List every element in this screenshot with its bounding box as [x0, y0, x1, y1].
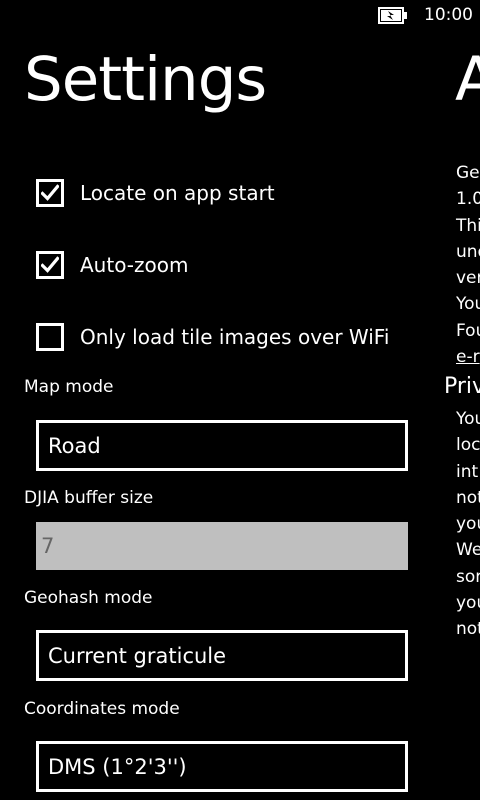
privacy-line: not	[456, 619, 480, 640]
page-title: Settings	[24, 44, 267, 115]
checkbox-label: Auto-zoom	[80, 253, 189, 277]
checkbox-unchecked[interactable]	[36, 323, 64, 351]
djia-buffer-value: 7	[41, 534, 55, 558]
next-pivot-title[interactable]: A	[455, 42, 480, 118]
about-line: Thi	[456, 215, 480, 236]
geohash-mode-picker[interactable]: Current graticule	[36, 630, 408, 681]
checkbox-checked[interactable]	[36, 179, 64, 207]
privacy-line: We	[456, 540, 480, 561]
about-line: Ge	[456, 163, 480, 183]
wifi-only-tiles-checkbox[interactable]: Only load tile images over WiFi	[36, 320, 389, 354]
auto-zoom-checkbox[interactable]: Auto-zoom	[36, 248, 188, 282]
djia-buffer-input[interactable]: 7	[36, 522, 408, 570]
map-mode-picker[interactable]: Road	[36, 420, 408, 471]
checkbox-checked[interactable]	[36, 251, 64, 279]
privacy-line: sor	[456, 566, 480, 587]
coordinates-mode-value: DMS (1°2'3'')	[48, 754, 187, 779]
about-text: Ge 1.0 Thi und ver You Fou e-r	[456, 160, 480, 370]
about-line: und	[456, 241, 480, 262]
privacy-line: loc	[456, 435, 480, 456]
geohash-mode-label: Geohash mode	[24, 588, 153, 608]
about-line: ver	[456, 268, 480, 289]
battery-charging-icon	[378, 7, 407, 24]
map-mode-value: Road	[48, 433, 101, 458]
locate-on-start-checkbox[interactable]: Locate on app start	[36, 176, 275, 210]
about-line: You	[456, 294, 480, 315]
privacy-line: not	[456, 487, 480, 508]
checkmark-icon	[41, 184, 59, 201]
clock: 10:00	[424, 5, 473, 25]
about-line: 1.0	[456, 189, 480, 210]
coordinates-mode-picker[interactable]: DMS (1°2'3'')	[36, 741, 408, 792]
about-line: Fou	[456, 320, 480, 341]
geohash-mode-value: Current graticule	[48, 643, 227, 668]
checkbox-label: Only load tile images over WiFi	[80, 325, 390, 349]
email-link[interactable]: e-r	[456, 344, 480, 370]
privacy-line: int	[456, 461, 479, 482]
checkbox-label: Locate on app start	[80, 181, 275, 205]
map-mode-label: Map mode	[24, 377, 114, 397]
coordinates-mode-label: Coordinates mode	[24, 699, 180, 719]
checkmark-icon	[41, 256, 59, 273]
status-bar: 10:00	[0, 0, 480, 32]
privacy-line: you	[456, 514, 480, 535]
djia-buffer-label: DJIA buffer size	[24, 488, 154, 508]
privacy-text: You loc int not you We sor you not	[456, 406, 480, 643]
privacy-heading: Priv	[444, 374, 480, 399]
privacy-line: you	[456, 593, 480, 614]
privacy-line: You	[456, 409, 480, 429]
